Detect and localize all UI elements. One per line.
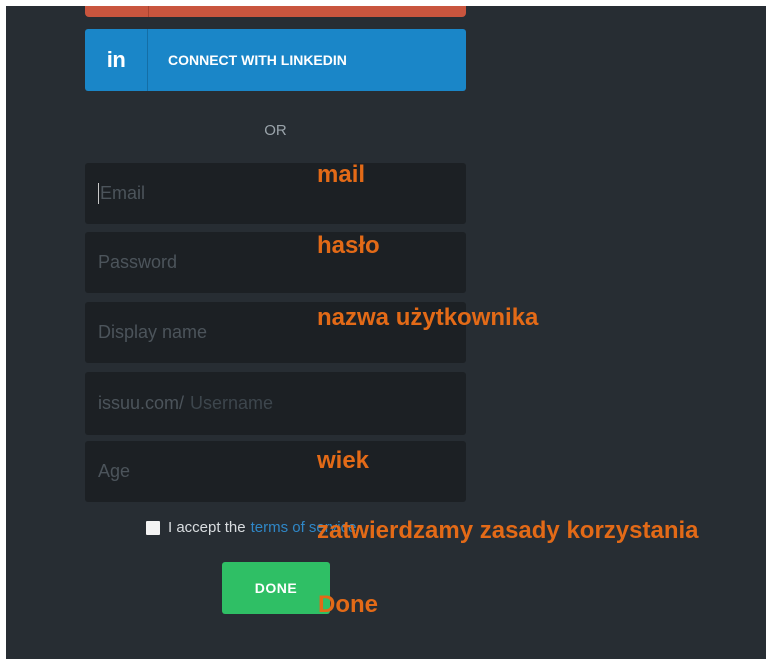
- annotation-terms: zatwierdzamy zasady korzystania: [317, 517, 699, 544]
- terms-text: I accept the: [168, 519, 246, 536]
- age-field[interactable]: [98, 461, 466, 482]
- terms-checkbox[interactable]: [146, 520, 160, 535]
- or-divider: OR: [264, 122, 287, 139]
- username-prefix: issuu.com/: [98, 393, 185, 413]
- linkedin-icon: in: [85, 29, 148, 91]
- username-field[interactable]: [184, 393, 466, 414]
- done-button[interactable]: DONE: [222, 562, 330, 614]
- linkedin-button-label: CONNECT WITH LINKEDIN: [168, 52, 347, 68]
- annotation-done: Done: [318, 591, 378, 618]
- age-field-container: [85, 441, 466, 502]
- social-signup-button-partial[interactable]: [85, 6, 466, 17]
- connect-linkedin-button[interactable]: in CONNECT WITH LINKEDIN: [85, 29, 466, 91]
- annotation-mail: mail: [317, 161, 366, 188]
- annotation-age: wiek: [317, 447, 370, 474]
- password-field[interactable]: [98, 252, 466, 273]
- username-field-container: issuu.com/: [85, 372, 466, 435]
- email-field[interactable]: [98, 183, 466, 204]
- annotation-password: hasło: [317, 232, 380, 259]
- email-field-container: [85, 163, 466, 224]
- button-separator: [148, 6, 149, 17]
- annotation-display-name: nazwa użytkownika: [317, 304, 539, 331]
- password-field-container: [85, 232, 466, 293]
- signup-panel: in CONNECT WITH LINKEDIN OR issuu.com/ I…: [6, 6, 766, 659]
